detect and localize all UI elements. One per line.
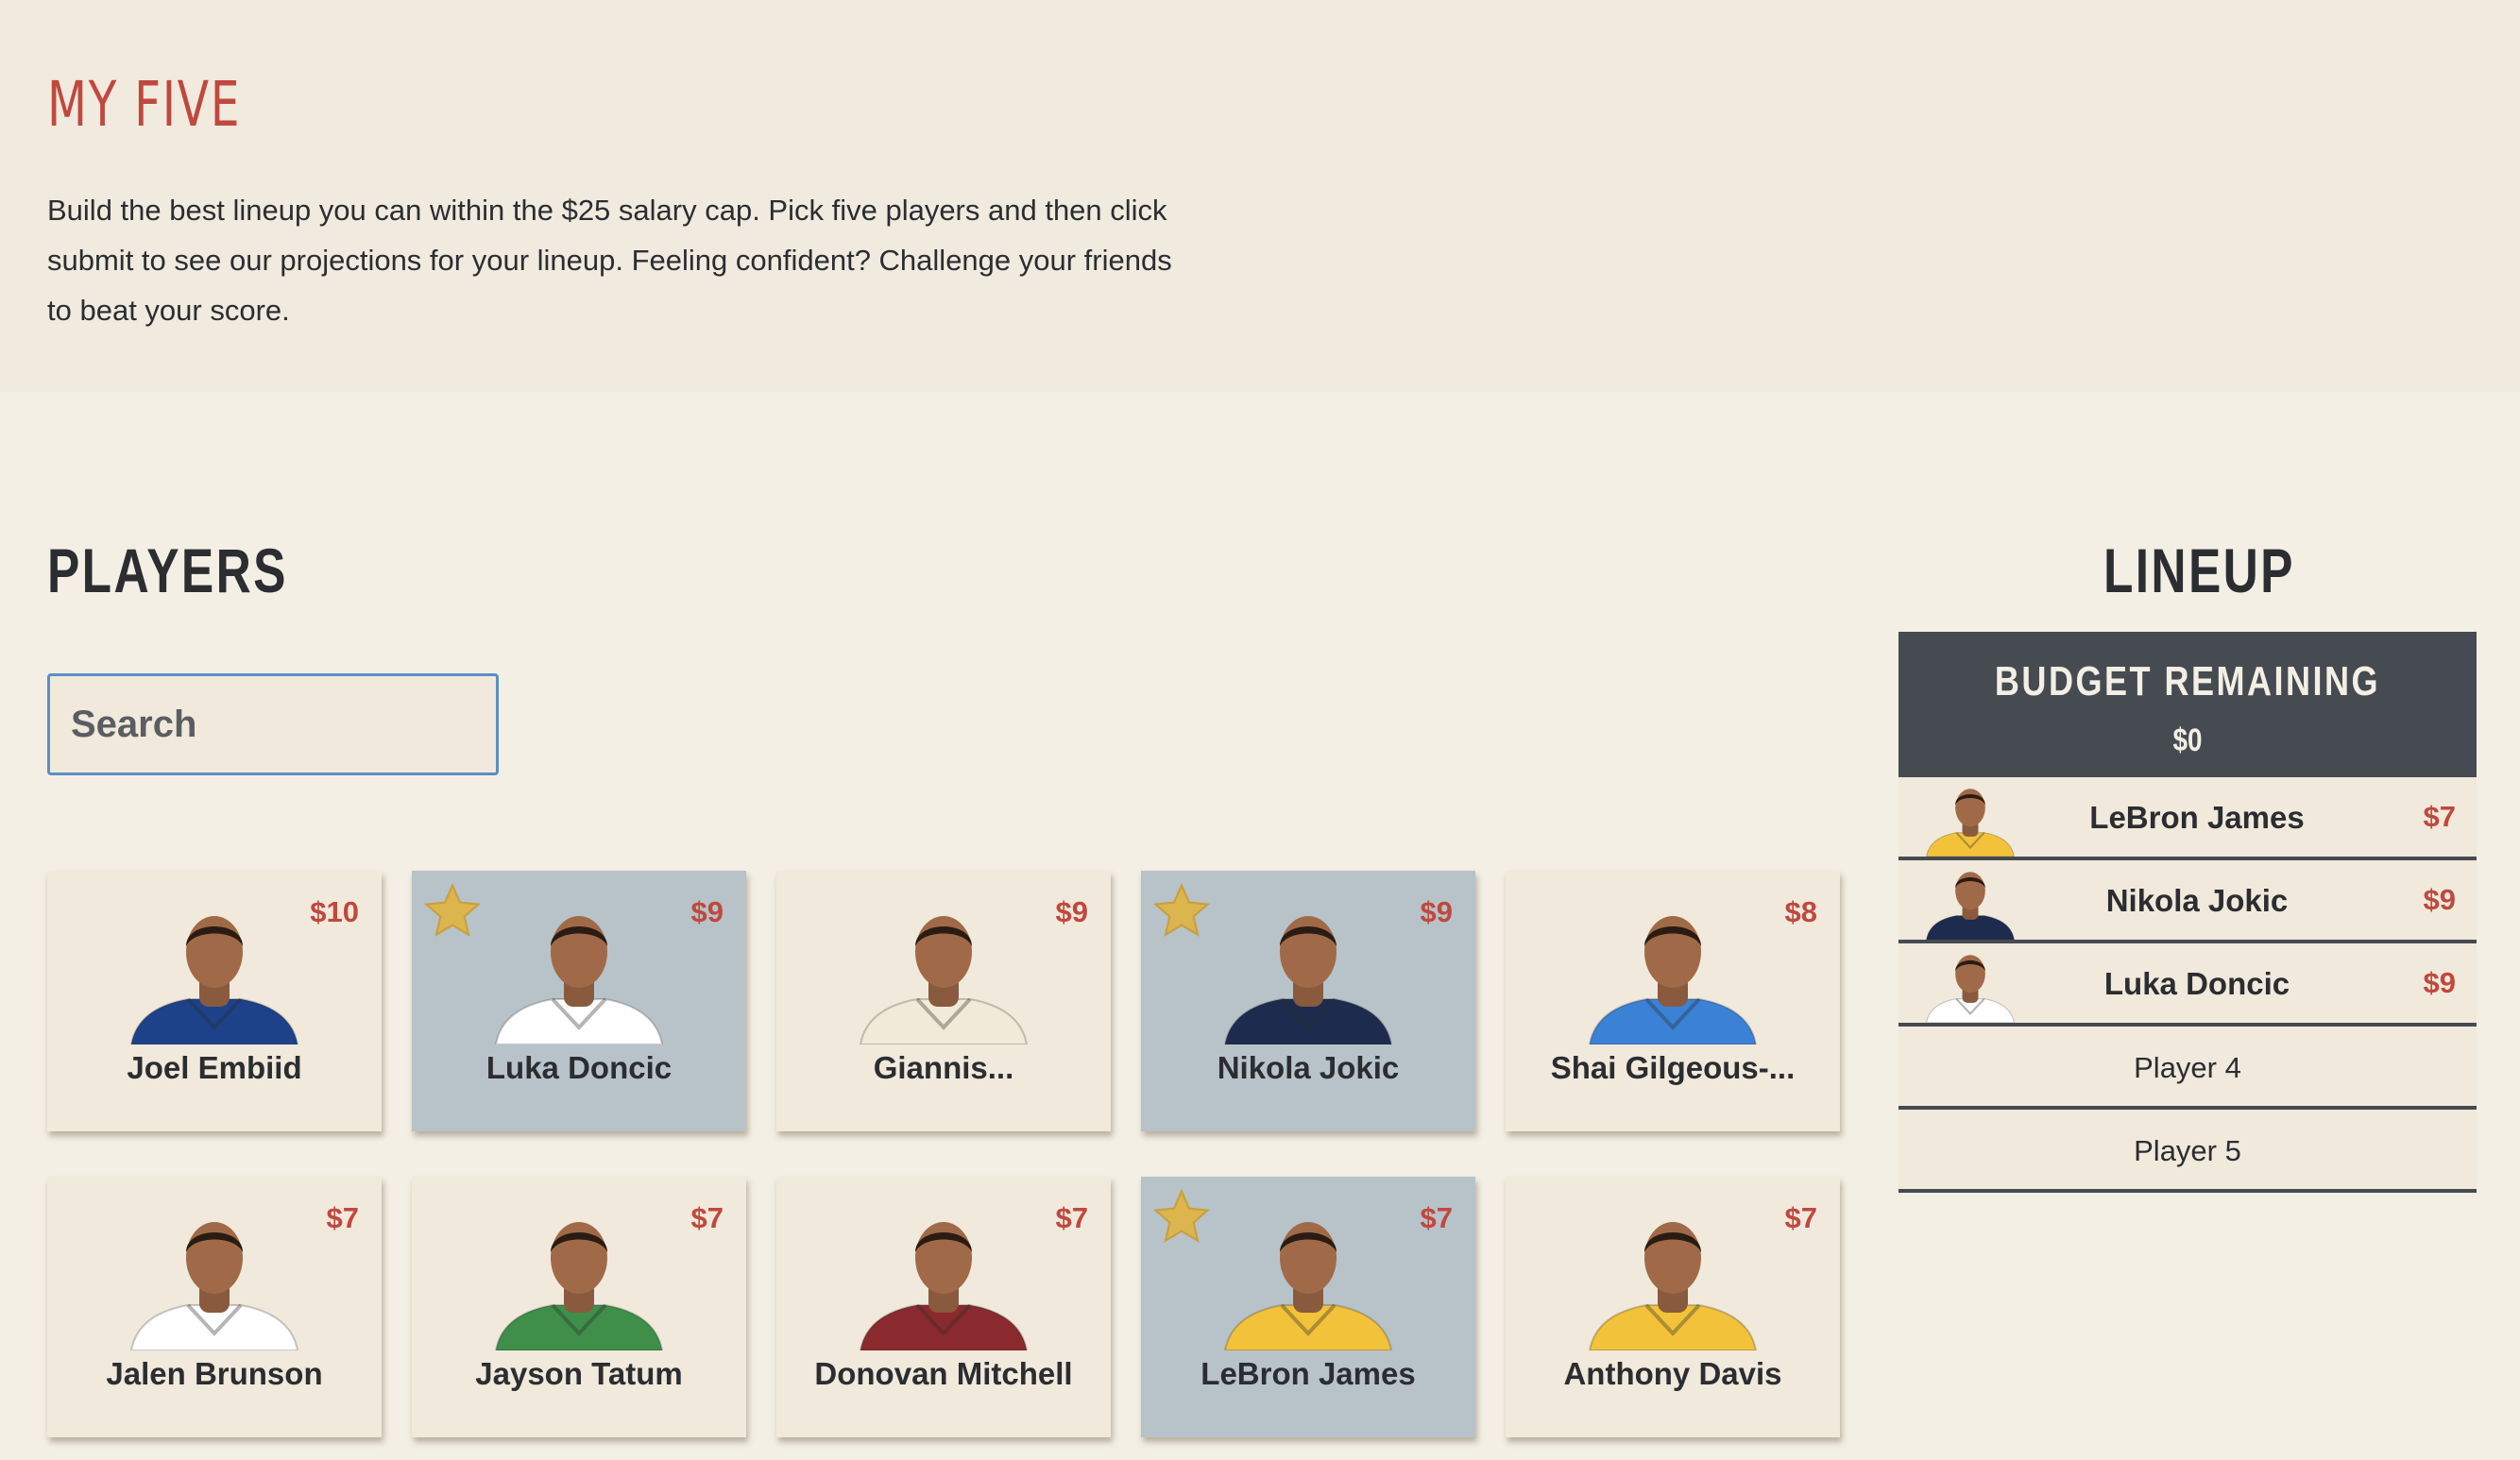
star-icon: [1150, 880, 1213, 942]
player-price: $10: [310, 895, 359, 928]
player-card[interactable]: $8 Shai Gilgeous-...: [1506, 871, 1840, 1131]
player-price: $7: [690, 1201, 724, 1234]
player-name: Donovan Mitchell: [814, 1356, 1073, 1391]
lineup-player-photo: [1925, 868, 2016, 941]
player-photo: [1223, 1214, 1393, 1351]
page-description: Build the best lineup you can within the…: [47, 194, 1172, 327]
player-card[interactable]: $9 Nikola Jokic: [1141, 871, 1475, 1131]
player-name: Joel Embiid: [127, 1050, 302, 1085]
player-card[interactable]: $9 Luka Doncic: [412, 871, 746, 1131]
lineup-slot[interactable]: Luka Doncic $9: [1899, 943, 2477, 1027]
budget-panel: BUDGET REMAINING $0: [1899, 632, 2477, 777]
player-card[interactable]: $7 Jalen Brunson: [47, 1177, 382, 1437]
lineup-heading: LINEUP: [2103, 535, 2295, 605]
player-price: $7: [1784, 1201, 1817, 1234]
players-heading: PLAYERS: [47, 535, 288, 605]
player-card[interactable]: $7 Anthony Davis: [1506, 1177, 1840, 1437]
player-card[interactable]: $7 Donovan Mitchell: [776, 1177, 1111, 1437]
star-icon: [1150, 1186, 1213, 1248]
player-name: Jayson Tatum: [475, 1356, 683, 1391]
player-card[interactable]: $7 LeBron James: [1141, 1177, 1475, 1437]
player-name: Nikola Jokic: [1217, 1050, 1400, 1085]
lineup-player-price: $7: [2423, 800, 2456, 833]
player-name: Giannis...: [873, 1050, 1014, 1085]
player-card[interactable]: $7 Jayson Tatum: [412, 1177, 746, 1437]
lineup-slot[interactable]: Nikola Jokic $9: [1899, 860, 2477, 943]
player-card[interactable]: $9 Giannis...: [776, 871, 1111, 1131]
player-name: Anthony Davis: [1563, 1356, 1782, 1391]
player-photo: [129, 908, 299, 1045]
lineup-empty-slot-label: Player 4: [2134, 1051, 2241, 1084]
player-photo: [1588, 1214, 1758, 1351]
player-photo: [1223, 908, 1393, 1045]
lineup-slot[interactable]: Player 5: [1899, 1110, 2477, 1193]
lineup-player-photo: [1925, 951, 2016, 1024]
player-name: Jalen Brunson: [106, 1356, 323, 1391]
player-price: $7: [1420, 1201, 1453, 1234]
search-input[interactable]: [47, 673, 499, 775]
page-title: MY FIVE: [47, 68, 242, 141]
player-card[interactable]: $10 Joel Embiid: [47, 871, 382, 1131]
lineup-player-price: $9: [2423, 966, 2456, 999]
player-photo: [859, 908, 1029, 1045]
hero-banner: MY FIVE Build the best lineup you can wi…: [0, 0, 2520, 392]
player-photo: [859, 1214, 1029, 1351]
budget-label: BUDGET REMAINING: [1994, 658, 2381, 705]
player-name: Shai Gilgeous-...: [1550, 1050, 1796, 1085]
player-price: $9: [1055, 895, 1088, 928]
star-icon: [421, 880, 484, 942]
lineup-empty-slot-label: Player 5: [2134, 1134, 2241, 1167]
player-price: $8: [1784, 895, 1817, 928]
budget-value: $0: [2172, 722, 2203, 758]
lineup-slot[interactable]: LeBron James $7: [1899, 777, 2477, 860]
player-photo: [129, 1214, 299, 1351]
player-photo: [1588, 908, 1758, 1045]
player-name: Luka Doncic: [485, 1050, 673, 1085]
lineup-player-name: LeBron James: [2089, 800, 2305, 835]
player-price: $9: [690, 895, 724, 928]
lineup-player-name: Luka Doncic: [2103, 966, 2290, 1001]
player-photo: [494, 1214, 664, 1351]
player-photo: [494, 908, 664, 1045]
lineup-slot[interactable]: Player 4: [1899, 1027, 2477, 1110]
lineup-player-photo: [1925, 785, 2016, 857]
player-price: $9: [1420, 895, 1453, 928]
player-price: $7: [1055, 1201, 1088, 1234]
player-price: $7: [326, 1201, 359, 1234]
lineup-player-name: Nikola Jokic: [2105, 883, 2289, 918]
lineup-player-price: $9: [2423, 883, 2456, 916]
player-name: LeBron James: [1200, 1356, 1416, 1391]
